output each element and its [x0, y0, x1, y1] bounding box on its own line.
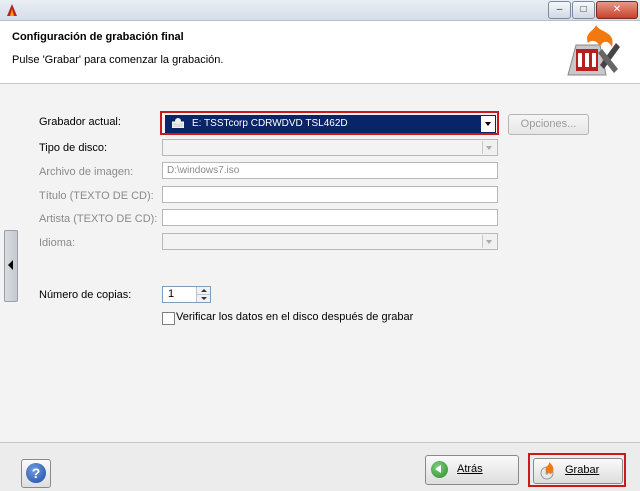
- back-button[interactable]: Atrás: [425, 455, 519, 485]
- close-button[interactable]: ✕: [596, 1, 638, 19]
- burn-highlight: Grabar: [528, 453, 626, 487]
- stepper-down-icon[interactable]: [197, 295, 210, 302]
- wizard-footer: ? Atrás Grabar: [0, 442, 640, 491]
- main-panel: [0, 84, 640, 442]
- stepper-buttons: [196, 287, 210, 302]
- help-icon: ?: [26, 463, 46, 483]
- options-button[interactable]: Opciones...: [508, 114, 589, 135]
- burn-logo-icon: [567, 25, 620, 76]
- image-file-label: Archivo de imagen:: [39, 166, 134, 178]
- language-select[interactable]: [162, 233, 498, 250]
- back-label: Atrás: [457, 463, 483, 475]
- help-button[interactable]: ?: [21, 459, 51, 488]
- copies-stepper[interactable]: 1: [162, 286, 211, 303]
- page-subtitle: Pulse 'Grabar' para comenzar la grabació…: [12, 54, 224, 66]
- language-label: Idioma:: [39, 237, 76, 249]
- cd-artist-label: Artista (TEXTO DE CD):: [39, 213, 158, 225]
- maximize-button[interactable]: □: [572, 1, 595, 19]
- burn-flame-icon: [540, 462, 554, 480]
- chevron-down-icon[interactable]: [482, 141, 496, 154]
- recorder-label: Grabador actual:: [39, 116, 121, 128]
- wizard-header: Configuración de grabación final Pulse '…: [0, 21, 640, 84]
- recorder-value: E: TSSTcorp CDRWDVD TSL462D: [192, 118, 348, 129]
- image-file-field[interactable]: D:\windows7.iso: [162, 162, 498, 179]
- copies-value: 1: [168, 288, 175, 300]
- chevron-down-icon[interactable]: [481, 116, 495, 132]
- minimize-button[interactable]: –: [548, 1, 571, 19]
- burn-button[interactable]: Grabar: [533, 458, 623, 484]
- page-title: Configuración de grabación final: [12, 31, 184, 43]
- recorder-select[interactable]: E: TSSTcorp CDRWDVD TSL462D: [165, 115, 496, 133]
- verify-checkbox[interactable]: [162, 312, 175, 325]
- cd-artist-field[interactable]: [162, 209, 498, 226]
- drive-icon: [172, 118, 184, 128]
- copies-label: Número de copias:: [39, 289, 132, 301]
- stepper-up-icon[interactable]: [197, 287, 210, 295]
- back-arrow-icon: [431, 461, 448, 478]
- collapse-side-panel-button[interactable]: [4, 230, 18, 302]
- disc-type-select[interactable]: [162, 139, 498, 156]
- app-flame-icon: [7, 4, 17, 16]
- disc-type-label: Tipo de disco:: [39, 142, 108, 154]
- arrow-left-icon: [8, 260, 13, 270]
- verify-label[interactable]: Verificar los datos en el disco después …: [176, 311, 413, 323]
- cd-title-field[interactable]: [162, 186, 498, 203]
- recorder-highlight: E: TSSTcorp CDRWDVD TSL462D: [160, 111, 499, 135]
- chevron-down-icon[interactable]: [482, 235, 496, 248]
- burn-label: Grabar: [565, 464, 600, 476]
- cd-title-label: Título (TEXTO DE CD):: [39, 190, 154, 202]
- title-bar: – □ ✕: [0, 0, 640, 21]
